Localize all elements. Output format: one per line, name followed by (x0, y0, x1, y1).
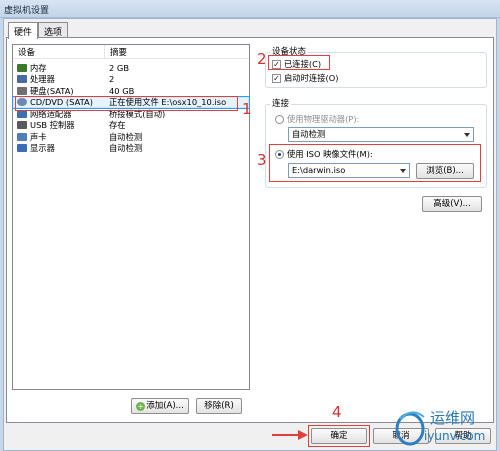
device-name: 显示器 (30, 143, 55, 154)
device-name-cell: USB 控制器 (13, 119, 105, 131)
annotation-4: 4 (332, 403, 342, 421)
device-name: USB 控制器 (30, 120, 75, 131)
device-summary: 自动检测 (109, 131, 143, 142)
annotation-3: 3 (257, 151, 267, 169)
advanced-button[interactable]: 高级(V)... (422, 196, 482, 212)
device-row[interactable]: 处理器 2 (13, 74, 249, 86)
device-summary: 自动检测 (109, 143, 143, 154)
device-summary: 2 (109, 74, 115, 85)
hard-disk-icon (17, 86, 27, 95)
watermark-url: iyunv.com (424, 429, 486, 443)
checkmark-icon: ✓ (272, 73, 281, 83)
highlight-box-iso (269, 144, 481, 182)
window-title: 虚拟机设置 (4, 6, 50, 16)
add-icon: + (136, 402, 146, 411)
device-name-cell: 声卡 (13, 131, 105, 143)
tab-hardware[interactable]: 硬件 (8, 22, 39, 39)
chevron-down-icon (464, 133, 470, 137)
tab-options[interactable]: 选项 (38, 22, 69, 38)
usb-icon (17, 121, 27, 130)
device-name-cell: 处理器 (13, 73, 105, 85)
device-name: 声卡 (30, 131, 47, 142)
add-device-button[interactable]: + 添加(A)... (131, 398, 189, 414)
device-row[interactable]: 声卡 自动检测 (13, 131, 249, 143)
device-summary: 存在 (109, 120, 126, 131)
device-name-cell: 硬盘(SATA) (13, 85, 105, 97)
highlight-box-cd-dvd (15, 96, 238, 111)
device-row[interactable]: 内存 2 GB (13, 62, 249, 74)
watermark: 运维网 iyunv.com (394, 405, 494, 449)
physical-drive-label: 使用物理驱动器(P): (287, 114, 360, 124)
device-name: 内存 (30, 62, 47, 73)
column-header-summary[interactable]: 摘要 (105, 45, 249, 58)
annotation-2: 2 (257, 50, 267, 68)
physical-drive-value: 自动检测 (292, 129, 326, 139)
monitor-icon (17, 144, 27, 153)
connect-at-power-on-label: 启动时连接(O) (284, 73, 339, 83)
add-button-label: 添加(A)... (146, 401, 184, 411)
column-header-device[interactable]: 设备 (13, 45, 105, 58)
memory-icon (17, 63, 27, 72)
device-summary: 2 GB (109, 62, 130, 73)
arrow-right-icon (272, 430, 308, 440)
connect-at-power-on-checkbox[interactable]: ✓ 启动时连接(O) (272, 72, 339, 84)
device-name: 处理器 (30, 74, 55, 85)
device-row[interactable]: 显示器 自动检测 (13, 143, 249, 155)
physical-drive-radio[interactable]: 使用物理驱动器(P): (275, 113, 359, 125)
device-list-header: 设备 摘要 (13, 45, 249, 59)
processor-icon (17, 75, 27, 84)
radio-icon (275, 114, 284, 124)
device-name-cell: 显示器 (13, 142, 105, 154)
annotation-1: 1 (242, 100, 252, 118)
device-row[interactable]: USB 控制器 存在 (13, 120, 249, 132)
device-name: 硬盘(SATA) (30, 85, 74, 96)
highlight-box-ok (308, 425, 370, 447)
device-name-cell: 内存 (13, 62, 105, 74)
device-row[interactable]: 硬盘(SATA) 40 GB (13, 85, 249, 97)
connection-title: 连接 (270, 97, 292, 109)
watermark-text: 运维网 (430, 409, 476, 427)
device-summary: 40 GB (109, 85, 135, 96)
speaker-icon (17, 132, 27, 141)
physical-drive-select[interactable]: 自动检测 (288, 127, 474, 142)
highlight-box-connected (268, 55, 330, 70)
title-bar: 虚拟机设置 (0, 0, 500, 18)
remove-device-button[interactable]: 移除(R) (196, 398, 242, 414)
